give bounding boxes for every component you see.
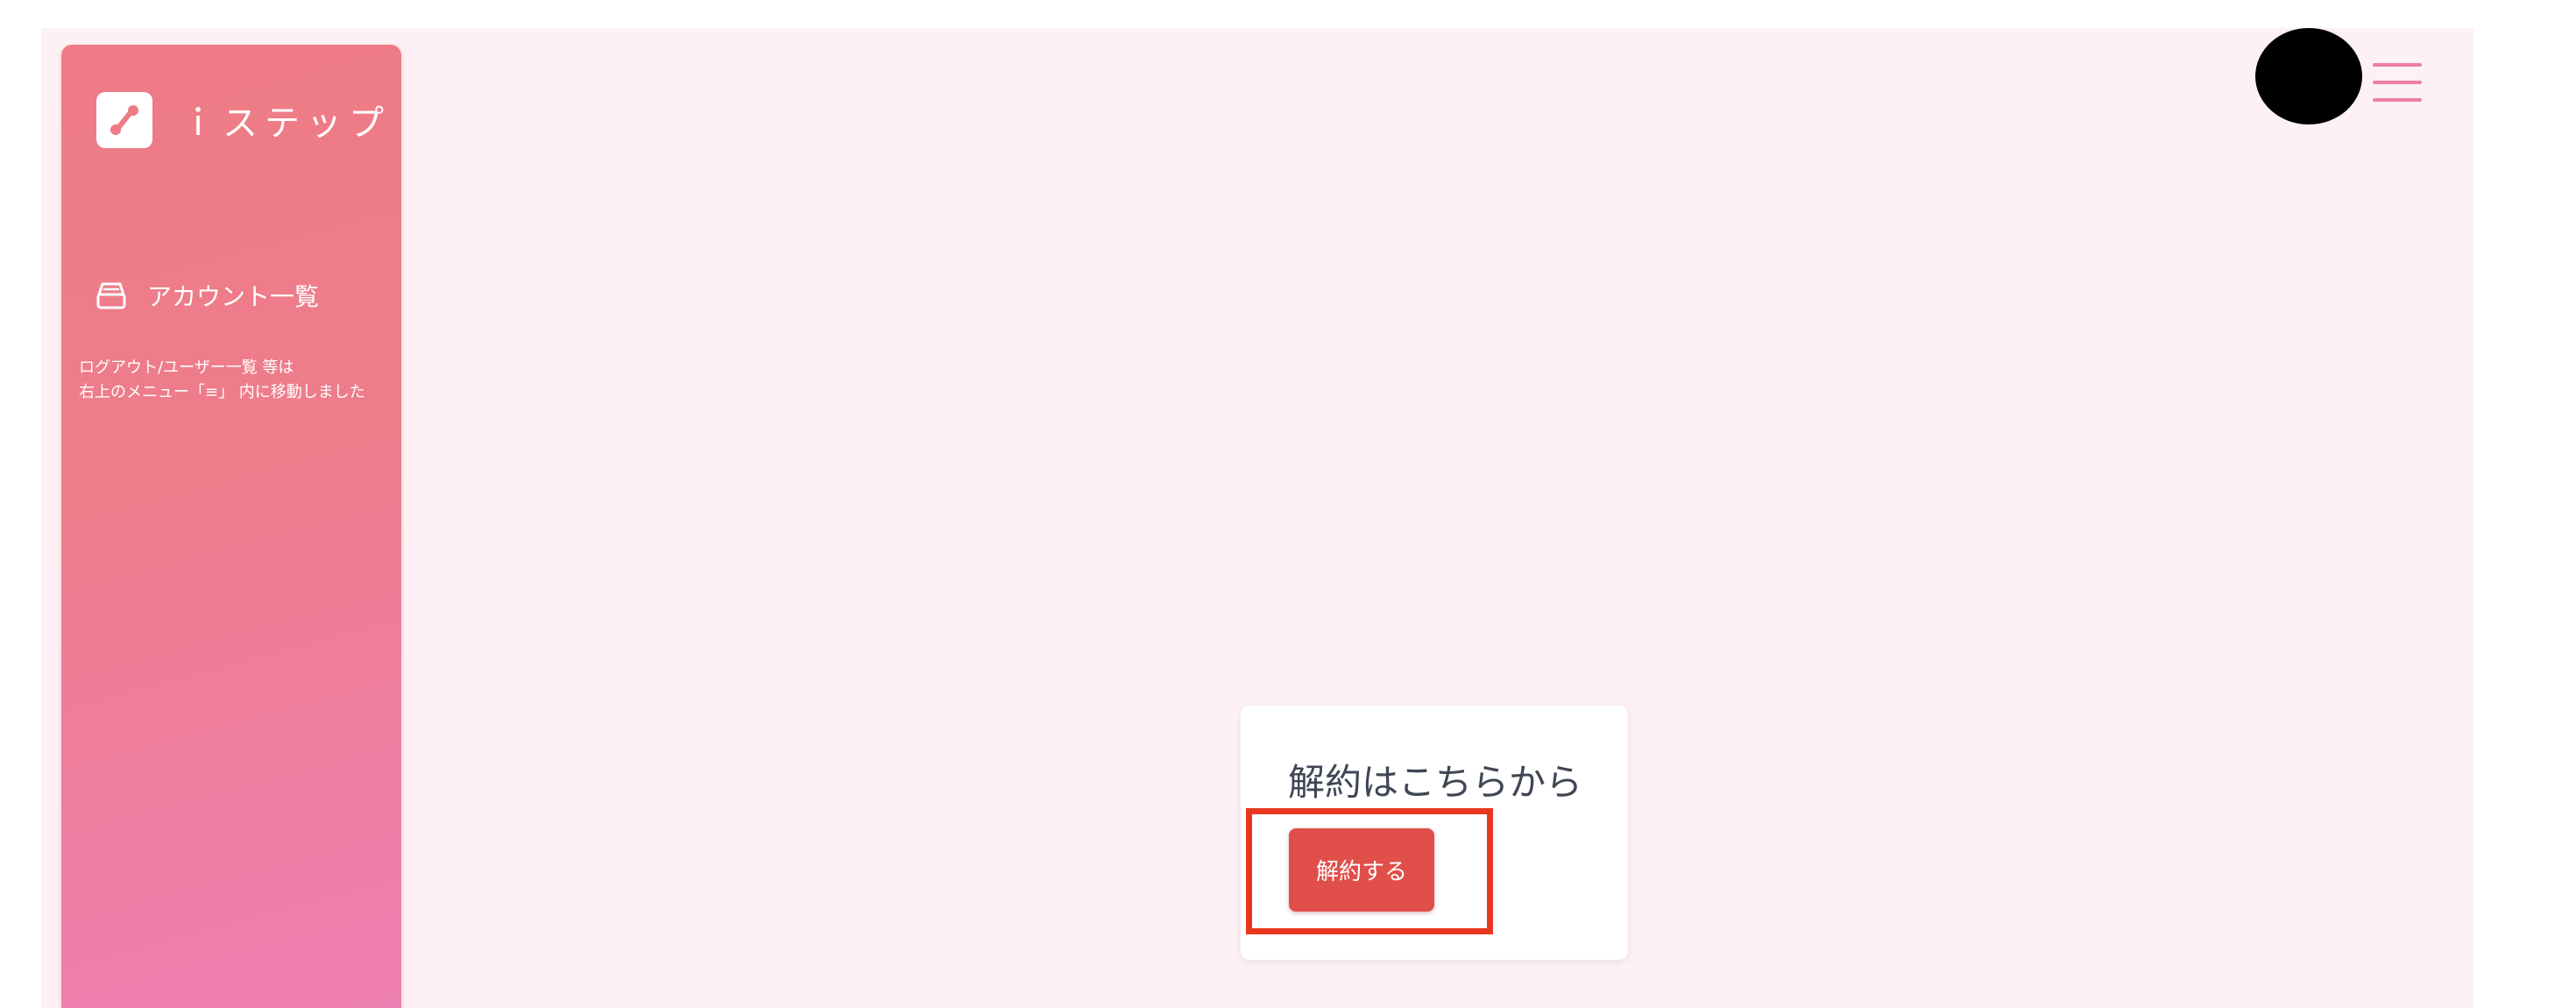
- menu-moved-note: ログアウト/ユーザー一覧 等は 右上のメニュー「≡」 内に移動しました: [79, 356, 365, 405]
- sidebar-item-label: アカウント一覧: [147, 282, 320, 311]
- sidebar-item-accounts[interactable]: アカウント一覧: [93, 267, 319, 323]
- avatar[interactable]: [2255, 28, 2362, 124]
- brand[interactable]: ｉステップ: [96, 92, 391, 148]
- link-nodes-icon: [96, 92, 152, 148]
- note-line-2: 右上のメニュー「≡」 内に移動しました: [79, 383, 365, 401]
- inbox-tray-icon: [93, 277, 130, 314]
- cancel-subscription-button[interactable]: 解約する: [1289, 828, 1434, 912]
- card-title: 解約はこちらから: [1288, 761, 1583, 804]
- sidebar: ｉステップ アカウント一覧 ログアウト/ユーザー一覧 等は 右上のメニュー「≡」…: [61, 45, 401, 1008]
- brand-name: ｉステップ: [180, 103, 391, 144]
- hamburger-menu-icon[interactable]: [2373, 63, 2422, 103]
- note-line-1: ログアウト/ユーザー一覧 等は: [79, 358, 294, 377]
